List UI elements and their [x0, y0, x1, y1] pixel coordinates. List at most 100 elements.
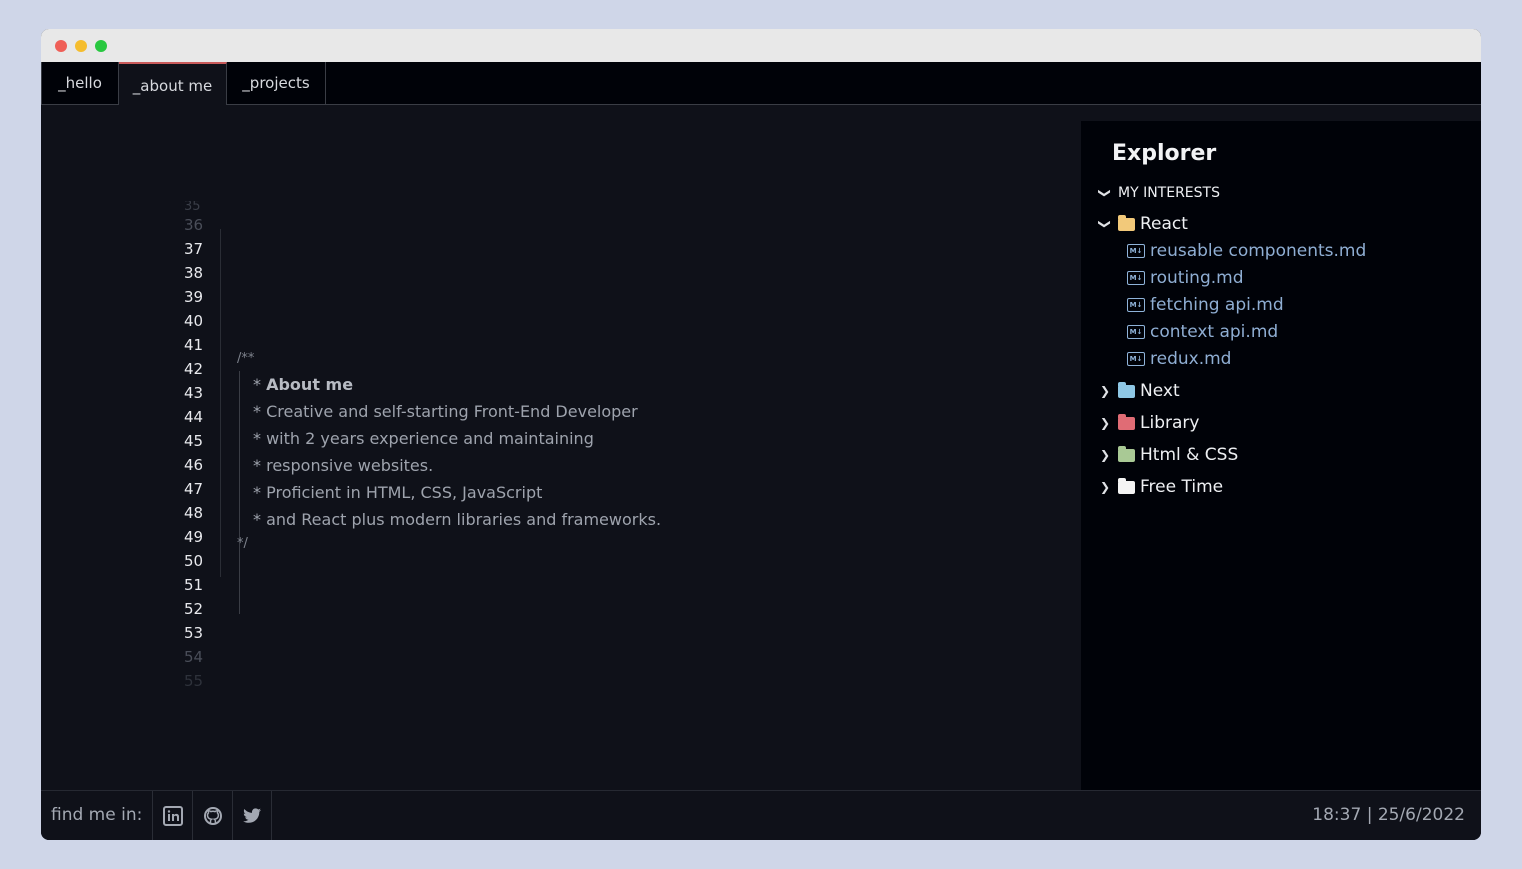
- section-label: MY INTERESTS: [1118, 185, 1220, 201]
- status-footer: find me in: 18:37 | 25/6/2022: [41, 790, 1481, 840]
- tab-projects[interactable]: _projects: [227, 62, 326, 104]
- folder-react[interactable]: ❯ React: [1098, 214, 1188, 234]
- code-editor: 35 36 37 38 39 40 41 42 43 44 45 46 47 4…: [41, 105, 1081, 790]
- code-line: * Creative and self-starting Front-End D…: [253, 402, 638, 421]
- comment-prefix: *: [253, 375, 267, 394]
- app-window: _hello _about me _projects 35 36 37 38 3…: [41, 29, 1481, 840]
- folder-icon: [1118, 381, 1135, 398]
- find-me-label: find me in:: [51, 805, 143, 825]
- line-number: 48: [184, 504, 204, 522]
- folder-label: Html & CSS: [1140, 445, 1239, 465]
- comment-prefix: *: [253, 402, 267, 421]
- code-line: * About me: [253, 375, 353, 394]
- line-number: 52: [184, 600, 204, 618]
- line-number: 54: [184, 648, 204, 666]
- line-number: 42: [184, 360, 204, 378]
- folder-label: Next: [1140, 381, 1180, 401]
- line-number: 45: [184, 432, 204, 450]
- chevron-down-icon: ❯: [1098, 218, 1112, 230]
- line-number: 55: [184, 672, 204, 690]
- comment-close: */: [237, 536, 248, 551]
- line-number: 39: [184, 288, 204, 306]
- markdown-icon: M↓: [1127, 271, 1145, 285]
- line-number: 40: [184, 312, 204, 330]
- comment-prefix: *: [253, 483, 267, 502]
- linkedin-icon: [162, 805, 183, 826]
- folder-label: Free Time: [1140, 477, 1224, 497]
- line-number: 43: [184, 384, 204, 402]
- folder-label: Library: [1140, 413, 1200, 433]
- section-my-interests[interactable]: ❯ MY INTERESTS: [1098, 185, 1220, 201]
- line-number: 47: [184, 480, 204, 498]
- markdown-icon: M↓: [1127, 352, 1145, 366]
- file-label: reusable components.md: [1150, 241, 1367, 261]
- file-item[interactable]: M↓ fetching api.md: [1127, 295, 1284, 315]
- comment-prefix: *: [253, 456, 267, 475]
- chevron-down-icon: ❯: [1098, 187, 1112, 199]
- line-number: 44: [184, 408, 204, 426]
- line-number: 37: [184, 240, 204, 258]
- line-number: 46: [184, 456, 204, 474]
- code-line: * and React plus modern libraries and fr…: [253, 510, 661, 529]
- comment-text: with 2 years experience and maintaining: [266, 429, 594, 448]
- maximize-window-button[interactable]: [95, 40, 107, 52]
- line-number: 38: [184, 264, 204, 282]
- close-window-button[interactable]: [55, 40, 67, 52]
- line-numbers: 35 36 37 38 39 40 41 42 43 44 45 46 47 4…: [184, 201, 224, 693]
- chevron-right-icon: ❯: [1099, 448, 1111, 462]
- folder-icon: [1118, 445, 1135, 462]
- twitter-icon: [243, 807, 261, 823]
- line-number: 53: [184, 624, 204, 642]
- tab-about-me[interactable]: _about me: [119, 62, 227, 105]
- folder-free-time[interactable]: ❯ Free Time: [1099, 477, 1223, 497]
- folder-html-css[interactable]: ❯ Html & CSS: [1099, 445, 1238, 465]
- file-label: fetching api.md: [1150, 295, 1284, 315]
- comment-text: Proficient in HTML, CSS, JavaScript: [266, 483, 543, 502]
- comment-text: responsive websites.: [266, 456, 434, 475]
- chevron-right-icon: ❯: [1099, 384, 1111, 398]
- comment-indent-guide: [239, 371, 240, 614]
- comment-text: Creative and self-starting Front-End Dev…: [266, 402, 638, 421]
- github-icon: [203, 806, 222, 825]
- code-line: * responsive websites.: [253, 456, 433, 475]
- section-heading: About me: [266, 375, 354, 394]
- github-link[interactable]: [192, 791, 232, 840]
- file-label: context api.md: [1150, 322, 1279, 342]
- code-line: * with 2 years experience and maintainin…: [253, 429, 594, 448]
- line-number: 36: [184, 216, 204, 234]
- comment-prefix: *: [253, 429, 267, 448]
- code-line: * Proficient in HTML, CSS, JavaScript: [253, 483, 542, 502]
- markdown-icon: M↓: [1127, 298, 1145, 312]
- explorer-panel: Explorer ❯ MY INTERESTS ❯ React M↓ reusa…: [1081, 121, 1481, 790]
- tab-hello[interactable]: _hello: [41, 62, 119, 104]
- file-item[interactable]: M↓ reusable components.md: [1127, 241, 1366, 261]
- folder-next[interactable]: ❯ Next: [1099, 381, 1180, 401]
- explorer-title: Explorer: [1112, 141, 1217, 166]
- file-label: routing.md: [1150, 268, 1244, 288]
- folder-library[interactable]: ❯ Library: [1099, 413, 1199, 433]
- twitter-link[interactable]: [232, 791, 272, 840]
- markdown-icon: M↓: [1127, 325, 1145, 339]
- line-number: 49: [184, 528, 204, 546]
- line-number: 51: [184, 576, 204, 594]
- file-item[interactable]: M↓ context api.md: [1127, 322, 1278, 342]
- markdown-icon: M↓: [1127, 244, 1145, 258]
- file-item[interactable]: M↓ redux.md: [1127, 349, 1231, 369]
- folder-icon: [1118, 214, 1135, 231]
- file-label: redux.md: [1150, 349, 1232, 369]
- line-number: 50: [184, 552, 204, 570]
- chevron-right-icon: ❯: [1099, 480, 1111, 494]
- tab-bar: _hello _about me _projects: [41, 62, 1481, 105]
- datetime-display: 18:37 | 25/6/2022: [1312, 805, 1465, 825]
- title-bar: [41, 29, 1481, 62]
- comment-text: and React plus modern libraries and fram…: [266, 510, 662, 529]
- line-number: 35: [184, 201, 201, 213]
- linkedin-link[interactable]: [152, 791, 192, 840]
- comment-open: /**: [237, 351, 255, 366]
- folder-icon: [1118, 413, 1135, 430]
- chevron-right-icon: ❯: [1099, 416, 1111, 430]
- minimize-window-button[interactable]: [75, 40, 87, 52]
- gutter-divider: [220, 229, 221, 577]
- folder-label: React: [1140, 214, 1188, 234]
- file-item[interactable]: M↓ routing.md: [1127, 268, 1244, 288]
